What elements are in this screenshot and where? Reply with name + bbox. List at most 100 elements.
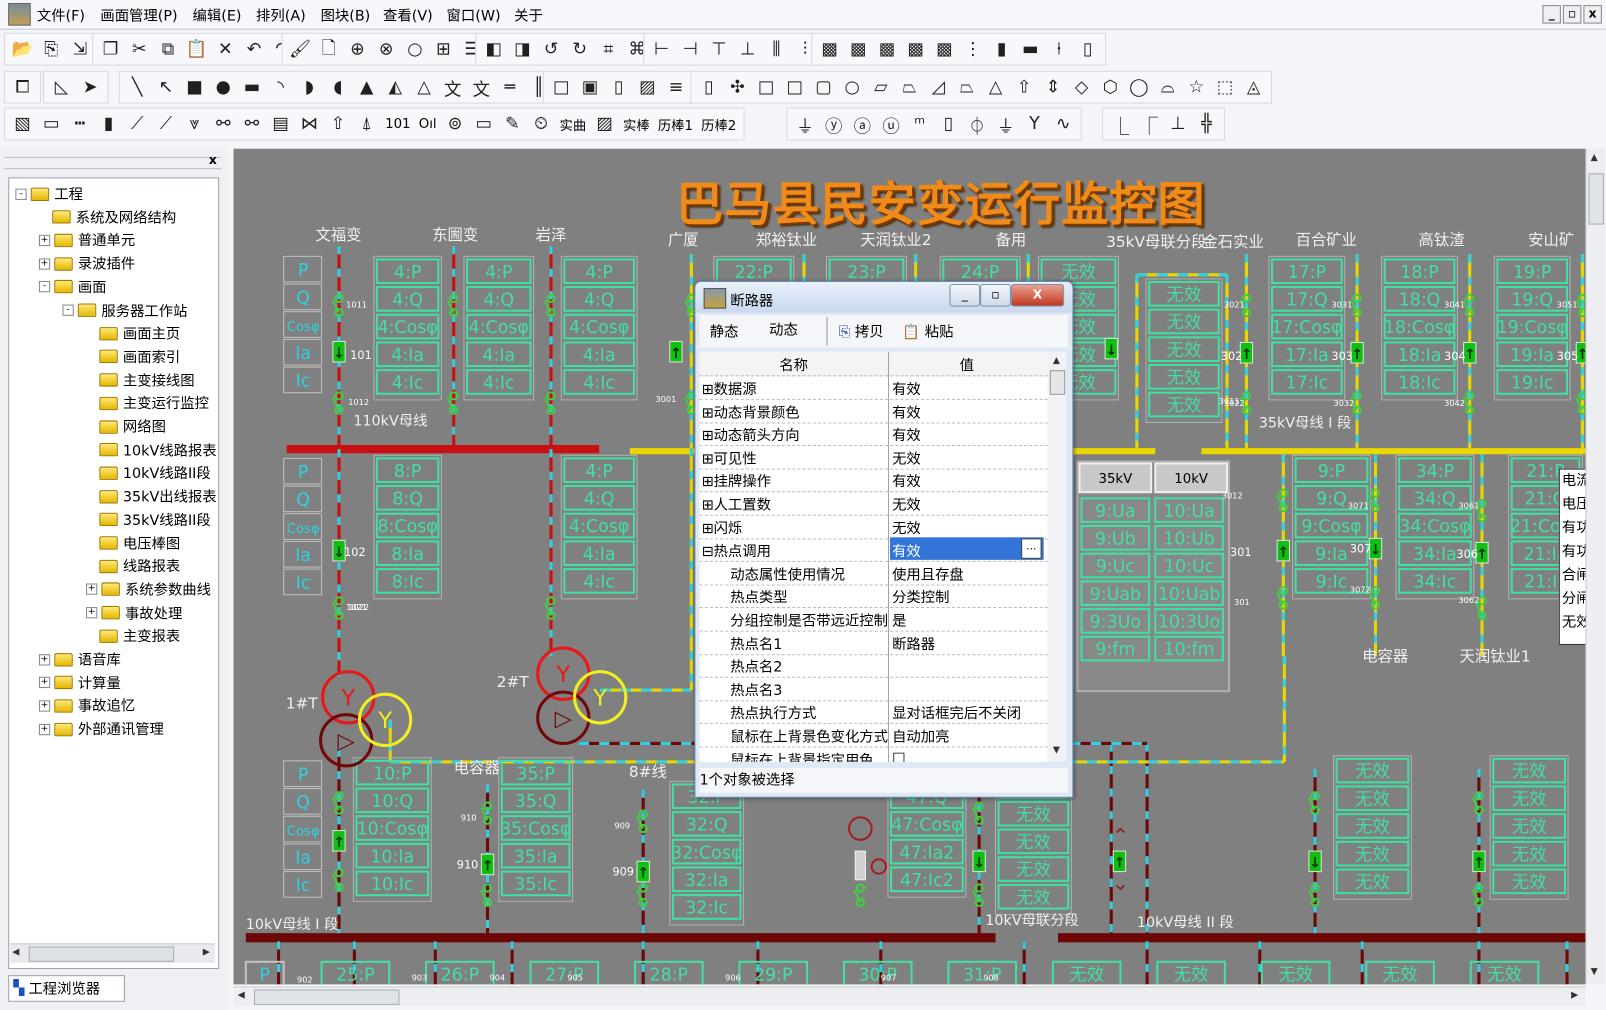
connector-4-icon[interactable]: ╬: [1193, 111, 1220, 138]
scroll-right-icon[interactable]: ▶: [203, 947, 210, 957]
pointer-icon[interactable]: ➤: [77, 74, 104, 101]
restore-button[interactable]: ▫: [1562, 5, 1582, 24]
delete-icon[interactable]: ✕: [212, 36, 239, 63]
tree-item[interactable]: + 系统参数曲线: [86, 578, 211, 601]
property-value[interactable]: 自动加亮: [890, 723, 1044, 745]
meter-icon[interactable]: ▮: [988, 36, 1015, 63]
property-row[interactable]: 鼠标在上背景指定用色 □: [700, 746, 1048, 762]
zoom-icon[interactable]: ○: [401, 36, 428, 63]
transformer-u-icon[interactable]: ⓤ: [878, 111, 905, 138]
property-grid-scrollbar[interactable]: ▲ ▼: [1047, 351, 1067, 762]
property-value[interactable]: 有效: [890, 422, 1044, 444]
hexagon-icon[interactable]: ⬡: [1097, 74, 1124, 101]
scroll-up-icon[interactable]: ▲: [1053, 356, 1060, 366]
expand-icon[interactable]: ⊞: [702, 405, 714, 421]
tree-item[interactable]: - 工程: [15, 183, 83, 206]
realtime-bar-button[interactable]: 实棒: [619, 111, 654, 138]
align-left-icon[interactable]: ⊢: [648, 36, 675, 63]
parallelogram-icon[interactable]: ▱: [867, 74, 894, 101]
property-value[interactable]: 是: [890, 607, 1044, 629]
polygon-icon[interactable]: ▲: [353, 74, 380, 101]
collapse-icon[interactable]: -: [62, 304, 74, 316]
tree-horizontal-scrollbar[interactable]: ◀ ▶: [10, 943, 216, 963]
switch-icon[interactable]: ⟋: [124, 111, 151, 138]
triangle-icon[interactable]: △: [982, 74, 1009, 101]
rect-shade-icon[interactable]: □: [781, 74, 808, 101]
dialog-maximize-button[interactable]: ▫: [980, 284, 1011, 307]
rounded-box-icon[interactable]: ▢: [810, 74, 837, 101]
freeform-icon[interactable]: △: [411, 74, 438, 101]
trapezoid-icon[interactable]: ⏢: [896, 74, 923, 101]
capacitor-icon[interactable]: ⏚: [792, 111, 819, 138]
tree-item[interactable]: 系统及网络结构: [39, 206, 176, 229]
scroll-down-icon[interactable]: ▼: [1053, 745, 1060, 755]
list-icon[interactable]: ≡: [663, 74, 690, 101]
line-icon[interactable]: ╲: [124, 74, 151, 101]
menu-edit[interactable]: 编辑(E): [193, 5, 242, 26]
scroll-down-icon[interactable]: ▼: [1591, 967, 1598, 977]
level-icon[interactable]: ⍿: [1046, 36, 1073, 63]
connector-3-icon[interactable]: ⊥: [1165, 111, 1192, 138]
scroll-right-icon[interactable]: ▶: [1571, 991, 1578, 1001]
hline-icon[interactable]: ═: [497, 74, 524, 101]
expand-icon[interactable]: +: [86, 607, 98, 619]
align-right-icon[interactable]: ⊣: [677, 36, 704, 63]
tree-item[interactable]: + 语音库: [38, 648, 121, 671]
collapse-icon[interactable]: ⊟: [702, 544, 714, 560]
arc-icon[interactable]: ◝: [267, 74, 294, 101]
window-icon[interactable]: ⧠: [9, 74, 36, 101]
arrow-icon[interactable]: ⇧: [325, 111, 352, 138]
tree-item[interactable]: 画面索引: [86, 345, 180, 368]
tree-item[interactable]: + 计算量: [38, 671, 121, 694]
ground-icon[interactable]: ⏚: [992, 111, 1019, 138]
scroll-thumb[interactable]: [28, 946, 175, 962]
button-icon[interactable]: ▣: [577, 74, 604, 101]
history-bar-1-button[interactable]: 历棒1: [654, 111, 697, 138]
menu-file[interactable]: 文件(F): [37, 5, 85, 26]
dialog-close-button[interactable]: X: [1010, 284, 1065, 307]
disconnector-icon[interactable]: ⟋: [153, 111, 180, 138]
link-2-icon[interactable]: ⚯: [239, 111, 266, 138]
rotate-right-icon[interactable]: ↻: [566, 36, 593, 63]
tree-item[interactable]: + 事故追忆: [38, 695, 135, 718]
arrow-line-icon[interactable]: ↖: [153, 74, 180, 101]
tree-item[interactable]: 主变报表: [86, 625, 180, 648]
export-icon[interactable]: ⇲: [67, 36, 94, 63]
minimize-button[interactable]: _: [1542, 5, 1561, 24]
connector-2-icon[interactable]: ⎾: [1136, 111, 1163, 138]
property-value[interactable]: 有效: [890, 398, 1044, 421]
canvas-horizontal-scrollbar[interactable]: ◀ ▶: [233, 986, 1586, 1006]
property-value[interactable]: 断路器: [890, 630, 1044, 652]
property-value[interactable]: 显对话框完后不关闭: [890, 700, 1044, 722]
property-row[interactable]: 热点名1 断路器: [699, 630, 1048, 655]
expand-icon[interactable]: ⊞: [702, 428, 714, 444]
diamond-icon[interactable]: ◇: [1068, 74, 1095, 101]
circle-icon[interactable]: ○: [839, 74, 866, 101]
tab-dynamic[interactable]: 动态: [769, 319, 798, 340]
rotate-left-icon[interactable]: ↺: [538, 36, 565, 63]
align-top-icon[interactable]: ⊤: [706, 36, 733, 63]
realtime-curve-button[interactable]: 实曲: [555, 111, 590, 138]
fuse-icon[interactable]: ▮: [95, 111, 122, 138]
property-row[interactable]: ⊞动态箭头方向 有效: [699, 422, 1048, 447]
property-value[interactable]: 无效: [890, 491, 1044, 513]
tree-item[interactable]: 10kV线路II段: [86, 462, 211, 485]
panel-icon[interactable]: ▯: [605, 74, 632, 101]
property-row[interactable]: ⊞数据源 有效: [699, 375, 1048, 400]
expand-icon[interactable]: +: [86, 583, 98, 596]
arrow-2-icon[interactable]: ⍋: [353, 111, 380, 138]
dialog-titlebar[interactable]: 断路器 _ ▫ X: [695, 281, 1073, 313]
dialog-minimize-button[interactable]: _: [949, 284, 981, 307]
dash-line-icon[interactable]: ┅: [67, 111, 94, 138]
tree-item[interactable]: - 画面: [38, 276, 107, 299]
copy-icon[interactable]: ❐: [97, 36, 124, 63]
expand-icon[interactable]: ⊞: [702, 381, 714, 397]
display-2-icon[interactable]: ▩: [845, 36, 872, 63]
tree-item[interactable]: 主变接线图: [86, 369, 195, 392]
polyline-icon[interactable]: ◭: [382, 74, 409, 101]
chord-icon[interactable]: ◗: [296, 74, 323, 101]
arrow-updown-icon[interactable]: ⇕: [1040, 74, 1067, 101]
property-row[interactable]: ⊞人工置数 无效: [699, 491, 1048, 516]
analog-text-button[interactable]: Oıl: [415, 111, 441, 138]
property-row[interactable]: ⊞挂牌操作 有效: [699, 468, 1048, 493]
